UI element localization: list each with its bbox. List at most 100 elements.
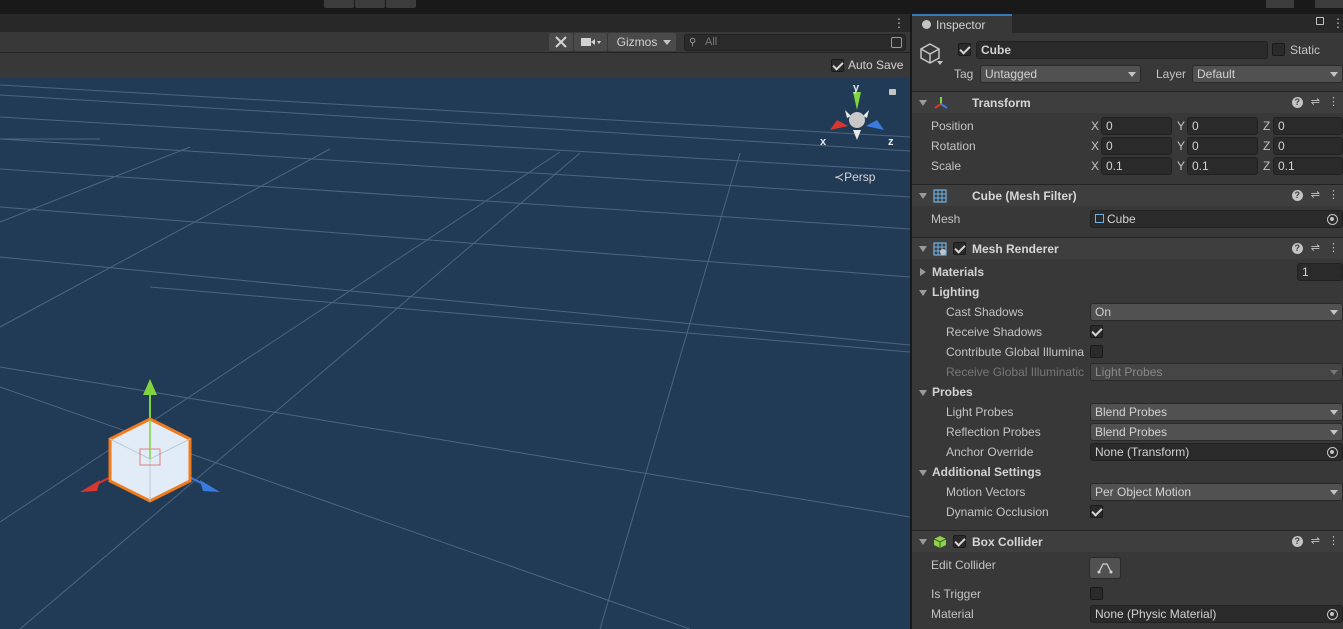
- play-button[interactable]: [324, 0, 354, 8]
- axis-y-label[interactable]: Y: [1177, 156, 1185, 176]
- projection-toggle[interactable]: ≺Persp: [834, 170, 875, 184]
- y-cone[interactable]: [853, 92, 861, 110]
- axis-z-label[interactable]: Z: [1263, 136, 1270, 156]
- gizmos-button[interactable]: Gizmos: [608, 33, 676, 51]
- x-axis-handle[interactable]: [80, 480, 100, 492]
- edit-collider-button[interactable]: [1089, 557, 1121, 579]
- contribute-gi-checkbox[interactable]: [1090, 345, 1103, 358]
- search-toolbar-button[interactable]: [1266, 0, 1294, 8]
- scale-x-field[interactable]: 0.1: [1101, 157, 1172, 175]
- motion-vectors-dropdown[interactable]: Per Object Motion: [1090, 483, 1343, 501]
- contribute-gi-label: Contribute Global Illumina: [946, 345, 1085, 359]
- mesh-renderer-header[interactable]: Mesh Renderer ? ⇌ ⋮: [912, 237, 1343, 259]
- axis-x-label[interactable]: X: [1091, 136, 1099, 156]
- reflection-probes-dropdown[interactable]: Blend Probes: [1090, 423, 1343, 441]
- z-cone[interactable]: [866, 120, 884, 130]
- object-picker-icon[interactable]: [1327, 214, 1338, 225]
- help-icon[interactable]: ?: [1291, 536, 1303, 547]
- mesh-renderer-icon: [933, 242, 947, 256]
- help-icon[interactable]: ?: [1291, 97, 1303, 108]
- additional-settings-row[interactable]: Additional Settings: [912, 462, 1343, 482]
- component-menu-icon[interactable]: ⋮: [1328, 242, 1339, 254]
- lighting-row[interactable]: Lighting: [912, 282, 1343, 302]
- mesh-renderer-enabled-checkbox[interactable]: [953, 242, 966, 255]
- cast-shadows-dropdown[interactable]: On: [1090, 303, 1343, 321]
- auto-save-checkbox[interactable]: [831, 59, 844, 72]
- inspector-more-menu-icon[interactable]: ⋮: [1332, 17, 1343, 29]
- step-button[interactable]: [386, 0, 416, 8]
- position-z-field[interactable]: 0: [1273, 117, 1343, 135]
- scene-viewport[interactable]: y x z ≺Persp: [0, 77, 910, 629]
- box-collider-enabled-checkbox[interactable]: [953, 535, 966, 548]
- orientation-gizmo[interactable]: [815, 82, 900, 162]
- probes-row[interactable]: Probes: [912, 382, 1343, 402]
- rotation-z-field[interactable]: 0: [1273, 137, 1343, 155]
- anchor-override-value: None (Transform): [1095, 445, 1190, 459]
- foldout-icon[interactable]: [920, 268, 926, 276]
- foldout-icon[interactable]: [919, 193, 927, 199]
- scale-z-field[interactable]: 0.1: [1273, 157, 1343, 175]
- tools-button[interactable]: [549, 33, 573, 51]
- foldout-icon[interactable]: [919, 246, 927, 252]
- mesh-filter-header[interactable]: Cube (Mesh Filter) ? ⇌ ⋮: [912, 184, 1343, 206]
- axis-y-label[interactable]: Y: [1177, 116, 1185, 136]
- transform-header[interactable]: Transform ? ⇌ ⋮: [912, 91, 1343, 113]
- camera-button[interactable]: [574, 33, 607, 51]
- axis-z-label[interactable]: Z: [1263, 156, 1270, 176]
- foldout-icon[interactable]: [919, 390, 927, 396]
- lock-icon[interactable]: [1316, 17, 1324, 25]
- z-axis-handle[interactable]: [200, 480, 220, 492]
- rotation-y-field[interactable]: 0: [1187, 137, 1258, 155]
- component-menu-icon[interactable]: ⋮: [1328, 96, 1339, 108]
- help-icon[interactable]: ?: [1291, 243, 1303, 254]
- cube-selection-gizmo[interactable]: [70, 377, 230, 517]
- presets-icon[interactable]: ⇌: [1311, 96, 1320, 108]
- object-picker-icon[interactable]: [1327, 447, 1338, 458]
- projection-label: Persp: [844, 170, 876, 184]
- materials-count-field[interactable]: 1: [1297, 263, 1343, 281]
- y-axis-handle[interactable]: [143, 379, 157, 395]
- anchor-override-field[interactable]: None (Transform): [1090, 443, 1343, 461]
- object-name-field[interactable]: Cube: [976, 41, 1268, 59]
- materials-row[interactable]: Materials 1: [912, 262, 1343, 282]
- help-icon[interactable]: ?: [1291, 190, 1303, 201]
- foldout-icon[interactable]: [919, 539, 927, 545]
- physic-material-field[interactable]: None (Physic Material): [1090, 605, 1343, 623]
- search-expand-icon[interactable]: [891, 37, 902, 48]
- icon-dropdown-icon[interactable]: [937, 61, 943, 65]
- tag-dropdown[interactable]: Untagged: [980, 65, 1141, 83]
- tab-inspector[interactable]: Inspector: [912, 14, 1012, 33]
- layer-dropdown[interactable]: Default: [1192, 65, 1343, 83]
- scene-more-menu-icon[interactable]: ⋮: [893, 17, 905, 29]
- scene-search-input[interactable]: ⚲ All: [684, 34, 906, 51]
- object-picker-icon[interactable]: [1327, 609, 1338, 620]
- static-checkbox[interactable]: [1272, 43, 1285, 56]
- rotation-x-field[interactable]: 0: [1101, 137, 1172, 155]
- receive-shadows-checkbox[interactable]: [1090, 325, 1103, 338]
- x-cone[interactable]: [830, 120, 848, 130]
- axis-z-label[interactable]: Z: [1263, 116, 1270, 136]
- presets-icon[interactable]: ⇌: [1311, 189, 1320, 201]
- axis-y-label[interactable]: Y: [1177, 136, 1185, 156]
- foldout-icon[interactable]: [919, 290, 927, 296]
- component-menu-icon[interactable]: ⋮: [1328, 535, 1339, 547]
- position-x-field[interactable]: 0: [1101, 117, 1172, 135]
- presets-icon[interactable]: ⇌: [1311, 242, 1320, 254]
- mesh-object-field[interactable]: Cube: [1090, 210, 1343, 228]
- light-probes-dropdown[interactable]: Blend Probes: [1090, 403, 1343, 421]
- presets-icon[interactable]: ⇌: [1311, 535, 1320, 547]
- box-collider-header[interactable]: Box Collider ? ⇌ ⋮: [912, 530, 1343, 552]
- lock-orientation-icon[interactable]: [889, 89, 896, 95]
- position-y-field[interactable]: 0: [1187, 117, 1258, 135]
- settings-toolbar-button[interactable]: [1315, 0, 1343, 8]
- component-menu-icon[interactable]: ⋮: [1328, 189, 1339, 201]
- pause-button[interactable]: [355, 0, 385, 8]
- is-trigger-checkbox[interactable]: [1090, 587, 1103, 600]
- foldout-icon[interactable]: [919, 100, 927, 106]
- dynamic-occlusion-checkbox[interactable]: [1090, 505, 1103, 518]
- foldout-icon[interactable]: [919, 470, 927, 476]
- scale-y-field[interactable]: 0.1: [1187, 157, 1258, 175]
- axis-x-label[interactable]: X: [1091, 116, 1099, 136]
- active-checkbox[interactable]: [958, 43, 971, 56]
- axis-x-label[interactable]: X: [1091, 156, 1099, 176]
